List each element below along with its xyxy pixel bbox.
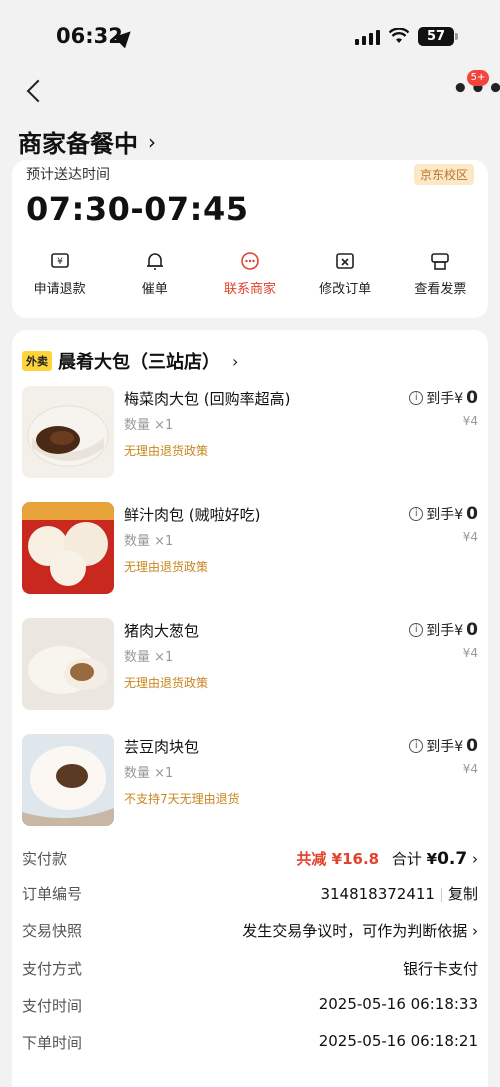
- total-label: 合计: [391, 850, 422, 868]
- total-value: 0.7: [437, 849, 468, 869]
- refund-icon: ¥: [50, 253, 69, 268]
- final-price[interactable]: i 到手¥ 0: [409, 504, 478, 524]
- eta-label: 预计送达时间: [26, 167, 110, 183]
- battery-cap: [455, 33, 458, 40]
- original-price: ¥4: [462, 414, 478, 428]
- product-name: 芸豆肉块包: [124, 738, 200, 756]
- contact-merchant-label: 联系商家: [223, 282, 276, 297]
- product-image: [22, 618, 114, 710]
- order-time-label: 下单时间: [22, 1034, 83, 1052]
- more-options-icon[interactable]: •••: [452, 76, 500, 102]
- return-policy[interactable]: 无理由退货政策: [124, 442, 208, 459]
- order-status-title: 商家备餐中: [18, 130, 138, 158]
- refund-button[interactable]: ¥ 申请退款: [12, 250, 107, 297]
- store-header[interactable]: 外卖 晨肴大包（三站店） ›: [22, 348, 238, 374]
- payment-method: 银行卡支付: [402, 960, 478, 978]
- payment-method-label: 支付方式: [22, 960, 83, 978]
- final-price[interactable]: i 到手¥ 0: [409, 388, 478, 408]
- urge-label: 催单: [141, 282, 168, 297]
- snapshot-hint: 发生交易争议时，可作为判断依据: [242, 922, 468, 940]
- campus-tag: 京东校区: [413, 164, 474, 185]
- order-card: 外卖 晨肴大包（三站店） › 梅菜肉大包 (回购率超高) 数量 ×1 无理由退货…: [12, 330, 488, 1087]
- discount-amount: 共减 ¥16.8: [296, 850, 380, 868]
- chat-icon: [241, 252, 259, 270]
- return-policy[interactable]: 无理由退货政策: [124, 674, 208, 691]
- product-name: 梅菜肉大包 (回购率超高): [124, 390, 291, 408]
- paid-total: 共减 ¥16.8 合计 ¥0.7 ›: [296, 848, 478, 869]
- notification-badge: 5+: [467, 70, 489, 86]
- original-price: ¥4: [462, 530, 478, 544]
- chevron-right-icon: ›: [472, 922, 478, 940]
- order-time: 2025-05-16 06:18:21: [318, 1032, 478, 1050]
- wifi-icon: [388, 27, 410, 49]
- product-quantity: 数量 ×1: [124, 650, 174, 665]
- payment-time-row: 支付时间 2025-05-16 06:18:33: [22, 995, 478, 1019]
- original-price: ¥4: [462, 646, 478, 660]
- list-item[interactable]: 鲜汁肉包 (贼啦好吃) 数量 ×1 无理由退货政策 i 到手¥ 0 ¥4: [22, 502, 478, 602]
- delivery-card: 预计送达时间 京东校区 07:30-07:45 ¥ 申请退款 催单 联系商家 修…: [12, 160, 488, 318]
- product-name: 猪肉大葱包: [124, 622, 200, 640]
- order-number-row: 订单编号 314818372411 复制: [22, 883, 478, 907]
- product-name: 鲜汁肉包 (贼啦好吃): [124, 506, 261, 524]
- snapshot-row[interactable]: 交易快照 发生交易争议时，可作为判断依据 ›: [22, 920, 478, 944]
- copy-button[interactable]: 复制: [448, 885, 478, 903]
- chevron-right-icon: ›: [472, 850, 478, 868]
- return-policy[interactable]: 不支持7天无理由退货: [124, 790, 240, 807]
- battery-icon: 57: [418, 27, 454, 46]
- status-bar: 06:32 57: [0, 0, 500, 70]
- back-button[interactable]: [22, 78, 50, 106]
- info-icon[interactable]: i: [409, 739, 424, 753]
- product-image: [22, 734, 114, 826]
- cellular-signal-icon: [355, 30, 380, 45]
- order-number: 314818372411: [320, 885, 435, 903]
- final-price[interactable]: i 到手¥ 0: [409, 736, 478, 756]
- info-icon[interactable]: i: [409, 507, 424, 521]
- payment-time-label: 支付时间: [22, 997, 83, 1015]
- takeaway-tag: 外卖: [22, 351, 52, 371]
- payment-time: 2025-05-16 06:18:33: [318, 995, 478, 1013]
- edit-order-icon: [336, 253, 354, 269]
- paid-label: 实付款: [22, 850, 68, 868]
- list-item[interactable]: 芸豆肉块包 数量 ×1 不支持7天无理由退货 i 到手¥ 0 ¥4: [22, 734, 478, 834]
- divider: [440, 887, 442, 902]
- urge-button[interactable]: 催单: [107, 250, 202, 297]
- view-invoice-label: 查看发票: [414, 282, 467, 297]
- edit-order-label: 修改订单: [319, 282, 372, 297]
- product-image: [22, 386, 114, 478]
- info-icon[interactable]: i: [409, 623, 424, 637]
- original-price: ¥4: [462, 762, 478, 776]
- order-time-row: 下单时间 2025-05-16 06:18:21: [22, 1032, 478, 1056]
- payment-method-row: 支付方式 银行卡支付: [22, 958, 478, 982]
- chevron-right-icon: ›: [232, 351, 239, 371]
- product-quantity: 数量 ×1: [124, 534, 174, 549]
- order-actions: ¥ 申请退款 催单 联系商家 修改订单 查看发票: [12, 250, 488, 297]
- return-policy[interactable]: 无理由退货政策: [124, 558, 208, 575]
- page-title[interactable]: 商家备餐中 ›: [18, 124, 156, 159]
- final-price[interactable]: i 到手¥ 0: [409, 620, 478, 640]
- chevron-right-icon: ›: [148, 129, 156, 154]
- product-quantity: 数量 ×1: [124, 766, 174, 781]
- snapshot-label: 交易快照: [22, 922, 83, 940]
- edit-order-button[interactable]: 修改订单: [298, 250, 393, 297]
- store-name: 晨肴大包（三站店）: [58, 352, 220, 373]
- list-item[interactable]: 梅菜肉大包 (回购率超高) 数量 ×1 无理由退货政策 i 到手¥ 0 ¥4: [22, 386, 478, 486]
- product-quantity: 数量 ×1: [124, 418, 174, 433]
- svg-text:¥: ¥: [57, 257, 63, 267]
- payment-summary-row[interactable]: 实付款 共减 ¥16.8 合计 ¥0.7 ›: [22, 848, 478, 872]
- info-icon[interactable]: i: [409, 391, 424, 405]
- bell-icon: [146, 253, 163, 270]
- refund-label: 申请退款: [33, 282, 86, 297]
- order-number-label: 订单编号: [22, 885, 83, 903]
- product-image: [22, 502, 114, 594]
- view-invoice-button[interactable]: 查看发票: [393, 250, 488, 297]
- invoice-icon: [431, 253, 450, 270]
- list-item[interactable]: 猪肉大葱包 数量 ×1 无理由退货政策 i 到手¥ 0 ¥4: [22, 618, 478, 718]
- contact-merchant-button[interactable]: 联系商家: [202, 250, 297, 297]
- total-currency: ¥: [426, 850, 438, 868]
- eta-time: 07:30-07:45: [26, 190, 249, 228]
